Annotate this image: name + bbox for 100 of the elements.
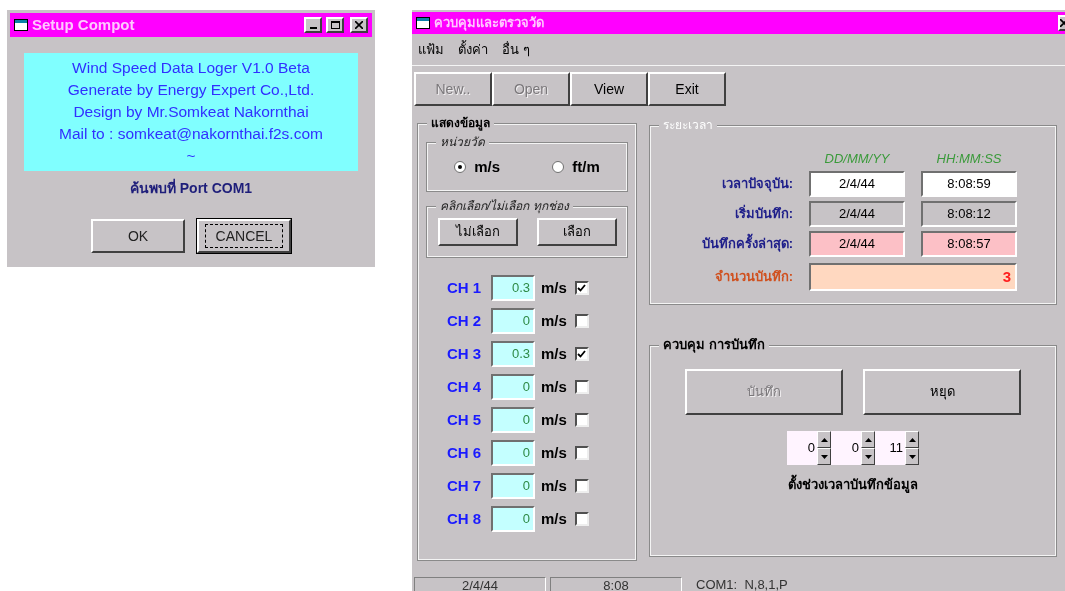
status-text: COM1: N,8,1,P [695, 577, 788, 591]
column-header: DD/MM/YY [823, 150, 891, 168]
close-button[interactable] [1058, 15, 1065, 31]
channel-value-field: 0 [491, 407, 535, 433]
spin-down-button[interactable] [817, 448, 831, 465]
minimize-button[interactable] [304, 17, 322, 33]
time-field: 8:08:57 [921, 230, 1017, 257]
spin-up-button[interactable] [905, 431, 919, 448]
up-arrow-icon [908, 437, 916, 442]
spinner-value: 0 [850, 439, 860, 457]
down-arrow-icon [820, 454, 828, 459]
spinner-field[interactable]: 0 [787, 431, 831, 465]
channel-value-field: 0 [491, 473, 535, 499]
check-icon [577, 284, 587, 292]
unit-label: m/s [541, 508, 567, 529]
close-button[interactable] [350, 17, 368, 33]
channel-value-field: 0 [491, 374, 535, 400]
up-arrow-icon [864, 437, 872, 442]
spin-up-button[interactable] [861, 431, 875, 448]
count-field: 3 [809, 262, 1017, 291]
date-field: 2/4/44 [809, 170, 905, 197]
unit-label: m/s [541, 277, 567, 298]
toolbar-button[interactable]: Exit [648, 72, 726, 106]
channel-value-field: 0.3 [491, 341, 535, 367]
checkbox[interactable] [574, 314, 589, 328]
window-icon [416, 17, 430, 29]
channel-value-field: 0 [491, 506, 535, 532]
status-bar-panel: 8:08 [550, 577, 682, 591]
spinner-value: 0 [806, 439, 816, 457]
unit-label: m/s [541, 310, 567, 331]
maximize-icon [330, 21, 340, 29]
group-title: ควบคุม การบันทึก [659, 337, 769, 353]
spinner-value: 11 [888, 439, 904, 457]
channel-value-field: 0 [491, 440, 535, 466]
close-icon [355, 21, 363, 29]
menu-item[interactable]: แฟ้ม [418, 39, 444, 60]
record-button[interactable]: หยุด [863, 369, 1021, 415]
channel-value-field: 0.3 [491, 275, 535, 301]
spin-down-button[interactable] [861, 448, 875, 465]
checkbox[interactable] [574, 512, 589, 526]
checkbox[interactable] [574, 281, 589, 295]
status-bar-panel: 2/4/44 [414, 577, 546, 591]
spin-down-button[interactable] [905, 448, 919, 465]
checkbox[interactable] [574, 479, 589, 493]
menu-item[interactable]: อื่น ๆ [502, 39, 530, 60]
status-text: ค้นพบที่ Port COM1 [129, 178, 253, 198]
channel-value-field: 0 [491, 308, 535, 334]
radio-button[interactable] [454, 161, 467, 173]
checkbox[interactable] [574, 446, 589, 460]
select-button[interactable]: ไม่เลือก [437, 218, 518, 246]
channel-label: CH 3 [447, 343, 483, 364]
row-label: เริ่มบันทึก: [734, 203, 793, 223]
info-text: Wind Speed Data Loger V1.0 Beta [72, 58, 310, 78]
down-arrow-icon [908, 454, 916, 459]
info-text: Generate by Energy Expert Co.,Ltd. [67, 80, 315, 100]
dialog-button[interactable]: OK [91, 219, 185, 253]
channel-label: CH 8 [447, 508, 483, 529]
window-icon [14, 19, 28, 31]
checkbox[interactable] [574, 413, 589, 427]
info-text: Design by Mr.Somkeat Nakornthai [73, 102, 309, 122]
unit-label: m/s [541, 442, 567, 463]
interval-caption: ตั้งช่วงเวลาบันทึกข้อมูล [788, 475, 918, 495]
up-arrow-icon [820, 437, 828, 442]
group-title: คลิกเลือก/ไม่เลือก ทุกช่อง [436, 198, 573, 214]
checkbox[interactable] [574, 347, 589, 361]
info-text: ~ [186, 146, 196, 166]
channel-label: CH 7 [447, 475, 483, 496]
group-title: แสดงข้อมูล [427, 115, 494, 131]
unit-label: m/s [541, 376, 567, 397]
date-field: 2/4/44 [809, 200, 905, 227]
check-icon [577, 350, 587, 358]
close-icon [1060, 19, 1065, 27]
dialog-button[interactable]: CANCEL [197, 219, 291, 253]
unit-label: m/s [541, 409, 567, 430]
menu-item[interactable]: ตั้งค่า [458, 39, 488, 60]
toolbar-button[interactable]: View [570, 72, 648, 106]
time-field: 8:08:12 [921, 200, 1017, 227]
channel-label: CH 5 [447, 409, 483, 430]
spin-up-button[interactable] [817, 431, 831, 448]
minimize-icon [309, 27, 317, 29]
spinner-field[interactable]: 11 [875, 431, 919, 465]
radio-button[interactable] [552, 161, 565, 173]
time-field: 8:08:59 [921, 170, 1017, 197]
count-label: จำนวนบันทึก: [714, 267, 793, 286]
spinner-field[interactable]: 0 [831, 431, 875, 465]
radio-label: m/s [474, 156, 500, 177]
channel-label: CH 2 [447, 310, 483, 331]
date-field: 2/4/44 [809, 230, 905, 257]
channel-label: CH 6 [447, 442, 483, 463]
column-header: HH:MM:SS [935, 150, 1003, 168]
window-title: Setup Compot [32, 14, 136, 35]
window-title: ควบคุมและตรวจวัด [434, 14, 545, 33]
maximize-button[interactable] [326, 17, 344, 33]
radio-label: ft/m [572, 156, 600, 177]
checkbox[interactable] [574, 380, 589, 394]
select-button[interactable]: เลือก [536, 218, 617, 246]
down-arrow-icon [864, 454, 872, 459]
unit-label: m/s [541, 343, 567, 364]
channel-label: CH 1 [447, 277, 483, 298]
info-text: Mail to : somkeat@nakornthai.f2s.com [59, 124, 323, 144]
